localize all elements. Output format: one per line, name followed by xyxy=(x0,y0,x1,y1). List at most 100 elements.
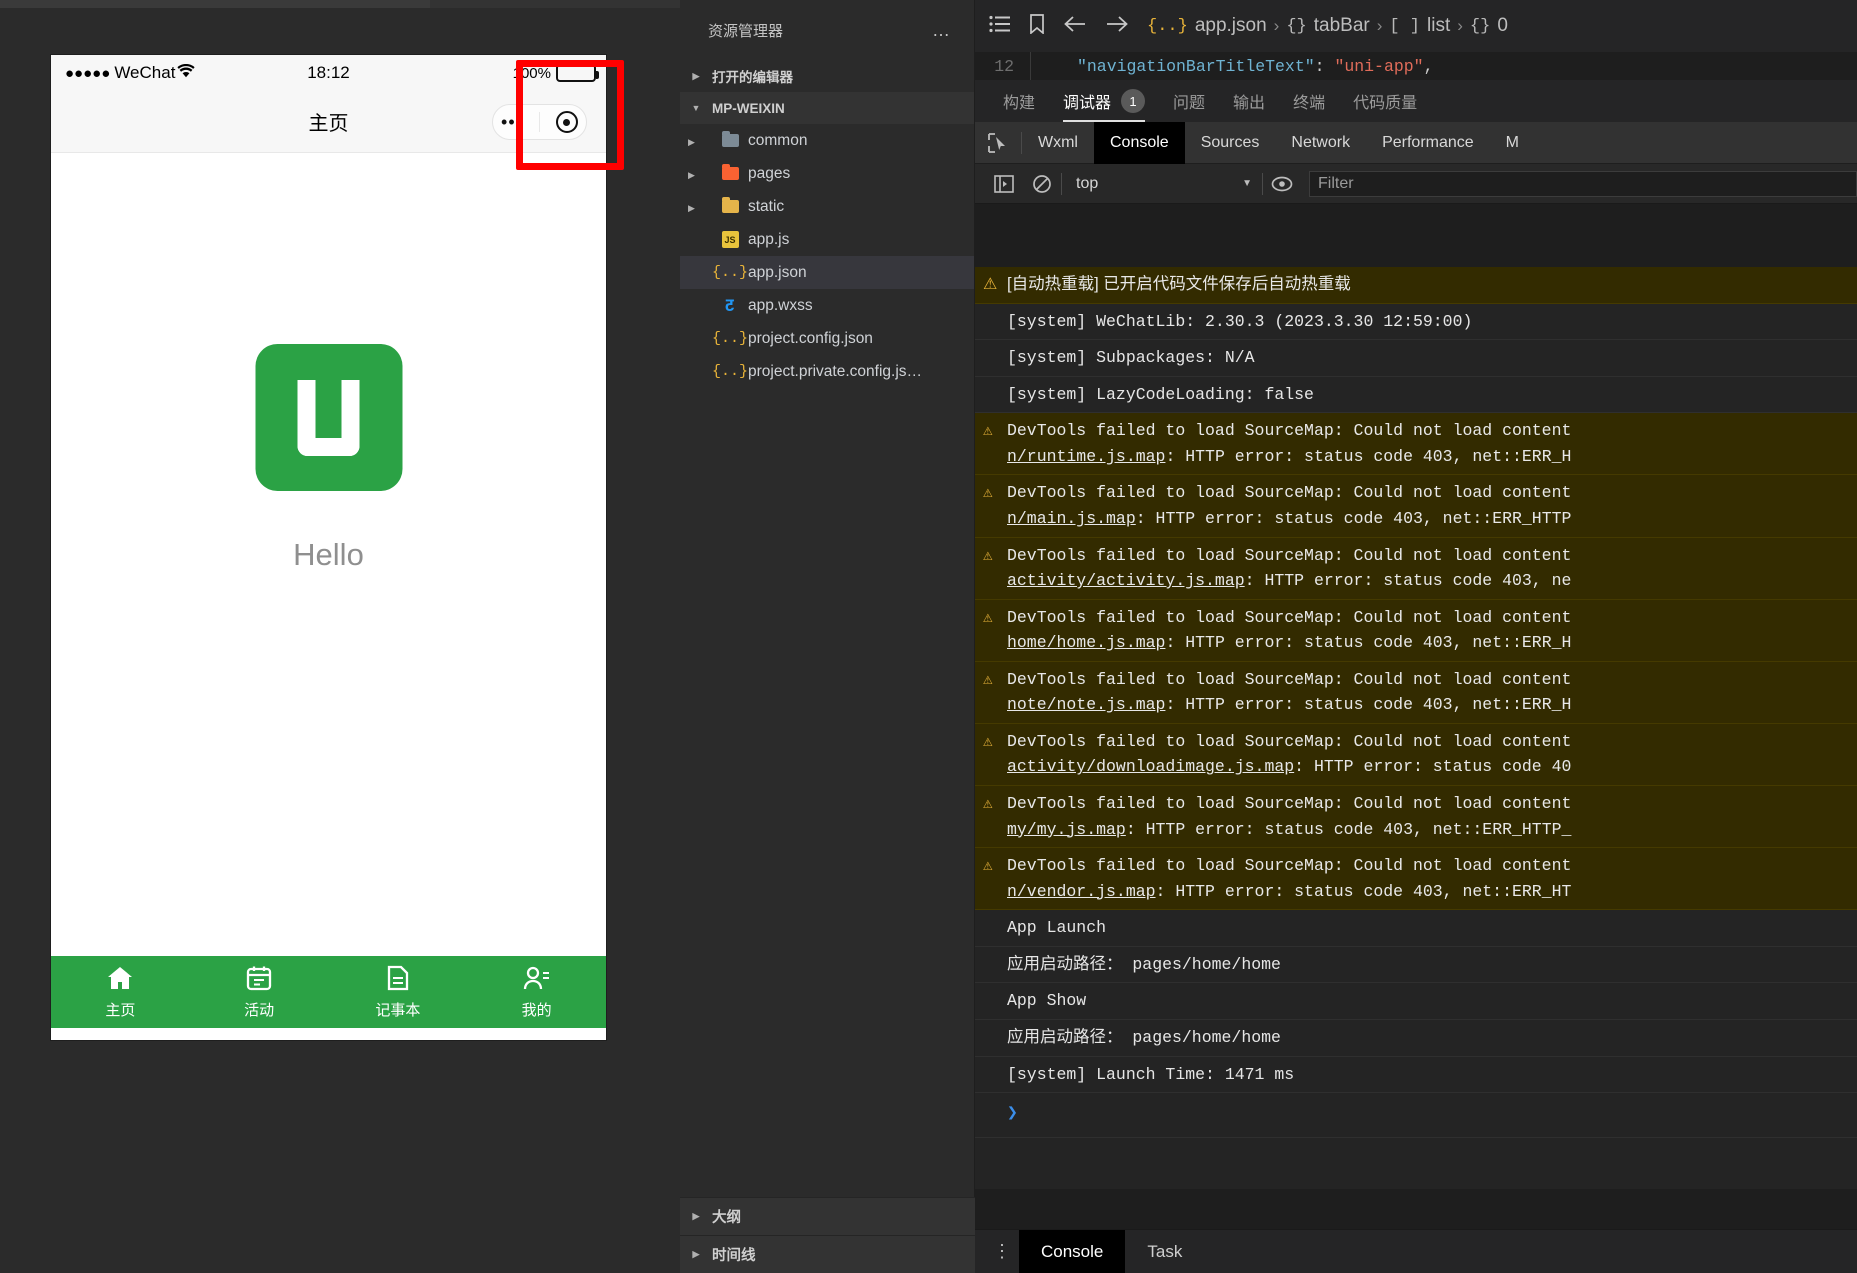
clear-console-icon[interactable] xyxy=(1023,174,1061,194)
tabbar-item-activity[interactable]: 活动 xyxy=(190,956,329,1028)
live-expression-icon[interactable] xyxy=(1263,176,1301,192)
explorer-item-app-wxss[interactable]: Ƽ app.wxss xyxy=(680,289,974,322)
forward-arrow-icon[interactable] xyxy=(1105,15,1129,37)
console-input-prompt[interactable]: ❯ xyxy=(975,1093,1857,1138)
tab-code-quality[interactable]: 代码质量 xyxy=(1339,80,1431,122)
console-line-link[interactable]: activity/activity.js.map xyxy=(1007,571,1245,590)
console-line[interactable]: [system] Subpackages: N/A xyxy=(975,340,1857,377)
breadcrumb-item-index[interactable]: 0 xyxy=(1497,15,1508,37)
console-line-warning[interactable]: ⚠ DevTools failed to load SourceMap: Cou… xyxy=(975,723,1857,786)
editor-code-line[interactable]: 12 "navigationBarTitleText": "uni-app", xyxy=(975,52,1857,80)
folder-yellow-icon xyxy=(719,197,741,213)
explorer-section-open-editors[interactable]: ▶ 打开的编辑器 xyxy=(680,60,974,92)
console-line-warning[interactable]: ⚠ DevTools failed to load SourceMap: Cou… xyxy=(975,599,1857,662)
explorer-item-project-private-config[interactable]: {..} project.private.config.js… xyxy=(680,355,974,388)
explorer-section-mp-weixin[interactable]: ▼ MP-WEIXIN xyxy=(680,92,974,124)
console-line-warning[interactable]: ⚠ DevTools failed to load SourceMap: Cou… xyxy=(975,413,1857,476)
target-icon[interactable] xyxy=(555,111,578,133)
explorer-item-static[interactable]: ▶ static xyxy=(680,190,974,223)
bookmark-icon[interactable] xyxy=(1029,14,1045,38)
drawer-tab-console[interactable]: Console xyxy=(1019,1229,1126,1273)
chevron-right-icon: ▶ xyxy=(692,1249,700,1259)
console-line[interactable]: [system] LazyCodeLoading: false xyxy=(975,377,1857,414)
console-line[interactable]: 应用启动路径： pages/home/home xyxy=(975,1020,1857,1057)
console-line-link[interactable]: activity/downloadimage.js.map xyxy=(1007,757,1294,776)
chevron-right-icon: ▶ xyxy=(692,1211,700,1221)
list-icon[interactable] xyxy=(989,15,1011,37)
devtools-tab-network[interactable]: Network xyxy=(1275,122,1366,164)
back-arrow-icon[interactable] xyxy=(1063,15,1087,37)
tabbar-item-note[interactable]: 记事本 xyxy=(329,956,468,1028)
console-line-text: DevTools failed to load SourceMap: Could… xyxy=(1007,483,1572,503)
console-line-warning[interactable]: ⚠ DevTools failed to load SourceMap: Cou… xyxy=(975,848,1857,911)
code-string-token: "uni-app" xyxy=(1334,56,1424,76)
console-line[interactable]: App Launch xyxy=(975,910,1857,947)
explorer-item-common[interactable]: ▶ common xyxy=(680,124,974,157)
console-line-warning[interactable]: ⚠ [自动热重载] 已开启代码文件保存后自动热重载 xyxy=(975,267,1857,304)
console-line[interactable]: App Show xyxy=(975,983,1857,1020)
editor-devtools-panel: {..} app.json › {} tabBar › [ ] list › {… xyxy=(975,0,1857,1273)
devtools-tab-sources[interactable]: Sources xyxy=(1185,122,1276,164)
folder-grey-icon xyxy=(719,131,741,147)
tabbar-item-home[interactable]: 主页 xyxy=(51,956,190,1028)
phone-tabbar: 主页 活动 记事本 我的 xyxy=(51,956,606,1028)
explorer-item-pages[interactable]: ▶ pages xyxy=(680,157,974,190)
explorer-item-label: pages xyxy=(748,164,791,182)
console-sidebar-icon[interactable] xyxy=(985,174,1023,193)
tab-output[interactable]: 输出 xyxy=(1219,80,1279,122)
tab-build[interactable]: 构建 xyxy=(989,80,1049,122)
drawer-tab-task[interactable]: Task xyxy=(1125,1230,1204,1273)
console-line-link[interactable]: my/my.js.map xyxy=(1007,820,1126,839)
warning-icon: ⚠ xyxy=(983,546,993,565)
wxss-file-icon: Ƽ xyxy=(725,295,735,315)
tabbar-item-mine[interactable]: 我的 xyxy=(467,956,606,1028)
explorer-section-timeline[interactable]: ▶ 时间线 xyxy=(680,1235,975,1273)
explorer-more-icon[interactable]: … xyxy=(932,20,952,41)
breadcrumb-item-list[interactable]: list xyxy=(1427,15,1450,37)
wechat-capsule-button[interactable]: ••• xyxy=(492,104,587,140)
console-line-link[interactable]: n/main.js.map xyxy=(1007,509,1136,528)
explorer-item-project-config-json[interactable]: {..} project.config.json xyxy=(680,322,974,355)
kebab-menu-icon[interactable]: ⋮ xyxy=(985,1242,1019,1260)
inspect-cursor-icon[interactable] xyxy=(975,132,1021,154)
console-line-link[interactable]: home/home.js.map xyxy=(1007,633,1165,652)
console-line[interactable]: [system] WeChatLib: 2.30.3 (2023.3.30 12… xyxy=(975,304,1857,341)
console-line-warning[interactable]: ⚠ DevTools failed to load SourceMap: Cou… xyxy=(975,786,1857,849)
console-line-link[interactable]: note/note.js.map xyxy=(1007,695,1165,714)
explorer-section-outline[interactable]: ▶ 大纲 xyxy=(680,1197,975,1235)
console-line-warning[interactable]: ⚠ DevTools failed to load SourceMap: Cou… xyxy=(975,537,1857,600)
console-line-warning[interactable]: ⚠ DevTools failed to load SourceMap: Cou… xyxy=(975,661,1857,724)
devtools-tab-bar: Wxml Console Sources Network Performance… xyxy=(975,121,1857,164)
tab-problems[interactable]: 问题 xyxy=(1159,80,1219,122)
json-file-icon: {..} xyxy=(712,330,749,347)
console-line-text: DevTools failed to load SourceMap: Could… xyxy=(1007,545,1572,565)
console-line-link[interactable]: n/runtime.js.map xyxy=(1007,447,1165,466)
console-line-text: [system] Subpackages: N/A xyxy=(1007,348,1255,368)
explorer-item-app-json[interactable]: {..} app.json xyxy=(680,256,974,289)
tab-label: 输出 xyxy=(1233,95,1266,112)
console-line-tail: : HTTP error: status code 403, net::ERR_… xyxy=(1125,819,1572,839)
console-line-tail: : HTTP error: status code 403, net::ERR_… xyxy=(1135,508,1572,528)
breadcrumb-item-tabbar[interactable]: tabBar xyxy=(1314,15,1370,37)
tab-terminal[interactable]: 终端 xyxy=(1279,80,1339,122)
line-number: 12 xyxy=(994,56,1014,76)
console-line[interactable]: [system] Launch Time: 1471 ms xyxy=(975,1057,1857,1094)
console-context-selector[interactable]: top ▼ xyxy=(1062,175,1262,193)
chevron-right-icon: ▶ xyxy=(688,169,695,180)
more-dots-icon[interactable]: ••• xyxy=(501,113,523,131)
devtools-tab-wxml[interactable]: Wxml xyxy=(1022,122,1094,164)
devtools-tab-performance[interactable]: Performance xyxy=(1366,122,1490,164)
chevron-down-icon: ▼ xyxy=(1242,178,1252,189)
console-line-text: [system] WeChatLib: 2.30.3 (2023.3.30 12… xyxy=(1007,311,1473,331)
console-line-warning[interactable]: ⚠ DevTools failed to load SourceMap: Cou… xyxy=(975,475,1857,538)
explorer-item-app-js[interactable]: JS app.js xyxy=(680,223,974,256)
console-line-link[interactable]: n/vendor.js.map xyxy=(1007,882,1156,901)
devtools-tab-memory[interactable]: M xyxy=(1490,122,1535,164)
breadcrumb-item-app-json[interactable]: app.json xyxy=(1195,15,1267,37)
console-line[interactable]: 应用启动路径： pages/home/home xyxy=(975,947,1857,984)
explorer-item-label: app.js xyxy=(748,230,790,248)
console-output[interactable]: ⚠ [自动热重载] 已开启代码文件保存后自动热重载 [system] WeCha… xyxy=(975,267,1857,1189)
devtools-tab-console[interactable]: Console xyxy=(1093,121,1185,164)
console-filter-input[interactable] xyxy=(1309,170,1857,197)
tab-debugger[interactable]: 调试器 1 xyxy=(1049,80,1159,122)
